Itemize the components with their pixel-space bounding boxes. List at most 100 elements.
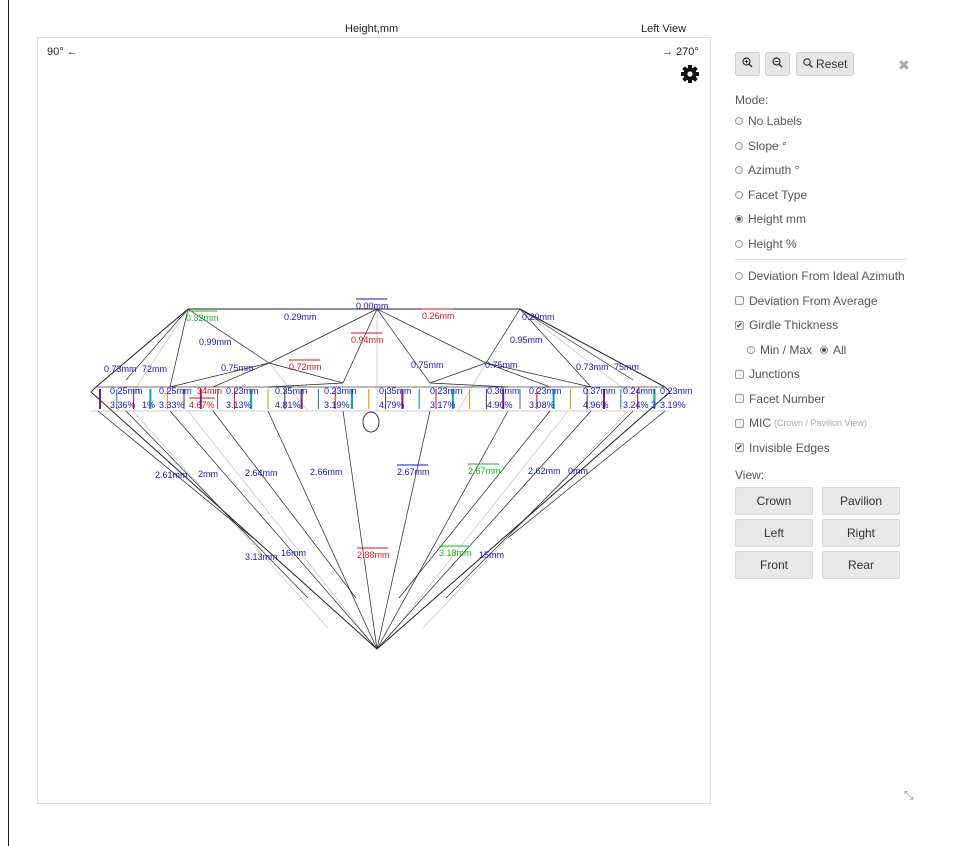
girdle-thickness-label: 0.37mm (583, 386, 616, 396)
option-label: Height mm (748, 212, 807, 226)
girdle-mode-options: Min / Max All (735, 338, 920, 363)
mode-option-slope[interactable]: Slope ° (735, 134, 920, 159)
pavilion-facet-edge (376, 410, 592, 650)
crown-height-label: 0.32mm (186, 313, 219, 323)
search-icon (802, 58, 813, 68)
girdle-thickness-label: 4.90% (487, 400, 513, 410)
crown-height-label: 0.29mm (522, 312, 555, 322)
girdle-thickness-label: 0.36mm (487, 386, 520, 396)
toolbar: Reset ✖ (735, 52, 920, 78)
pavilion-height-label: 15mm (479, 550, 504, 560)
pavilion-facet-edge (376, 410, 509, 650)
girdle-thickness-label: 3.33% (159, 400, 185, 410)
view-title: View: (735, 468, 765, 482)
girdle-thickness-label: 0.23mm (529, 386, 562, 396)
zoom-in-button[interactable] (735, 52, 760, 76)
girdle-thickness-label: 4.81% (275, 400, 301, 410)
mode-option-facet-type[interactable]: Facet Type (735, 183, 920, 208)
radio-selected-icon (735, 215, 743, 224)
invisible-edge (187, 410, 369, 639)
shrink-icon[interactable]: ⤡ (904, 788, 914, 803)
mic-note: (Crown / Pavilion View) (774, 418, 867, 428)
radio-icon (735, 117, 743, 126)
girdle-thickness-label: 3.19% (324, 400, 350, 410)
option-label: Junctions (749, 367, 800, 381)
view-front-button[interactable]: Front (735, 551, 813, 579)
checkbox-checked-icon: ✔ (735, 320, 744, 330)
radio-icon (735, 239, 743, 248)
crown-height-label: 0.29mm (284, 312, 317, 322)
crown-height-label: 0.73mm (576, 362, 609, 372)
checkbox-icon (735, 418, 744, 428)
crown-height-label: 0.94mm (351, 335, 384, 345)
crown-height-label: 72mm (142, 364, 167, 374)
radio-icon (735, 141, 743, 150)
mode-option-height-pct[interactable]: Height % (735, 232, 920, 257)
girdle-thickness-label: 3.08% (529, 400, 555, 410)
diagram-viewport[interactable]: 90° ← → 270° 0.32mm 0.29mm 0.00mm 0.26mm 0.2… (37, 37, 711, 804)
option-label: Height % (748, 236, 797, 251)
outline-edge (90, 386, 97, 393)
option-label: Facet Number (749, 391, 826, 406)
outline-edge (95, 308, 189, 388)
reset-label: Reset (816, 57, 848, 71)
option-label: No Labels (748, 114, 803, 128)
pavilion-height-label: 2.62mm (528, 466, 561, 476)
checkbox-girdle-thickness[interactable]: ✔ Girdle Thickness (735, 313, 920, 338)
view-pavilion-button[interactable]: Pavilion (822, 487, 900, 515)
crown-height-label: 0.75mm (485, 360, 518, 370)
radio-min-max[interactable] (747, 345, 755, 354)
girdle-thickness-label: 4.79% (379, 400, 405, 410)
option-label: All (833, 342, 847, 357)
close-icon[interactable]: ✖ (898, 57, 910, 74)
crown-height-label: 0.73mm (104, 364, 137, 374)
girdle-thickness-label: 0.24mm (623, 386, 656, 396)
frame-border (8, 0, 9, 846)
radio-icon (735, 272, 743, 281)
crown-height-label: 0.72mm (289, 362, 322, 372)
option-label: Min / Max (760, 342, 813, 357)
pavilion-height-label: 2.61mm (155, 470, 188, 480)
checkbox-icon (735, 296, 744, 306)
mode-option-height-mm[interactable]: Height mm (735, 207, 920, 232)
pavilion-height-label: 2.64mm (245, 468, 278, 478)
mode-option-azimuth[interactable]: Azimuth ° (735, 158, 920, 183)
pavilion-facet-edge (169, 410, 378, 650)
checkbox-checked-icon: ✔ (735, 443, 744, 453)
view-right-button[interactable]: Right (822, 519, 900, 547)
girdle-thickness-label: 3.19% (660, 400, 686, 410)
view-left-button[interactable]: Left (735, 519, 813, 547)
gear-icon[interactable] (681, 65, 699, 83)
checkbox-mic[interactable]: MIC (Crown / Pavilion View) (735, 411, 920, 436)
girdle-thickness-label: 3.36% (110, 400, 136, 410)
zoom-out-button[interactable] (765, 52, 791, 76)
crown-height-label: 0.00mm (356, 301, 389, 311)
crown-facet-edge (169, 362, 270, 388)
pavilion-height-label: 0mm (568, 466, 588, 476)
view-rear-button[interactable]: Rear (822, 551, 900, 579)
pavilion-height-label: 3.13mm (245, 552, 278, 562)
crown-height-label: 75mm (614, 362, 639, 372)
checkbox-facet-number[interactable]: Facet Number (735, 387, 920, 412)
option-label: Invisible Edges (749, 440, 830, 455)
checkbox-deviation-average[interactable]: Deviation From Average (735, 289, 920, 314)
culet-marker (362, 411, 380, 433)
crown-height-label: 0.75mm (221, 363, 254, 373)
view-crown-button[interactable]: Crown (735, 487, 813, 515)
checkbox-junctions[interactable]: Junctions (735, 362, 920, 387)
girdle-thickness-label: n (135, 386, 140, 396)
girdle-thickness-label: 1% (142, 400, 155, 410)
reset-button[interactable]: Reset (795, 52, 855, 76)
invisible-edge (387, 410, 569, 639)
mode-title: Mode: (735, 93, 769, 107)
mode-option-deviation-ideal[interactable]: Deviation From Ideal Azimuth (735, 264, 920, 289)
pavilion-height-label: 3.18mm (439, 548, 472, 558)
checkbox-invisible-edges[interactable]: ✔ Invisible Edges (735, 436, 920, 461)
girdle-thickness-label: 0.25mm (159, 386, 192, 396)
radio-all[interactable] (820, 345, 829, 354)
mode-option-no-labels[interactable]: No Labels (735, 109, 920, 134)
pavilion-height-label: 2.66mm (310, 467, 343, 477)
girdle-thickness-label: 3.24% (623, 400, 649, 410)
option-label: Slope ° (748, 138, 787, 153)
invisible-edge (132, 308, 189, 393)
